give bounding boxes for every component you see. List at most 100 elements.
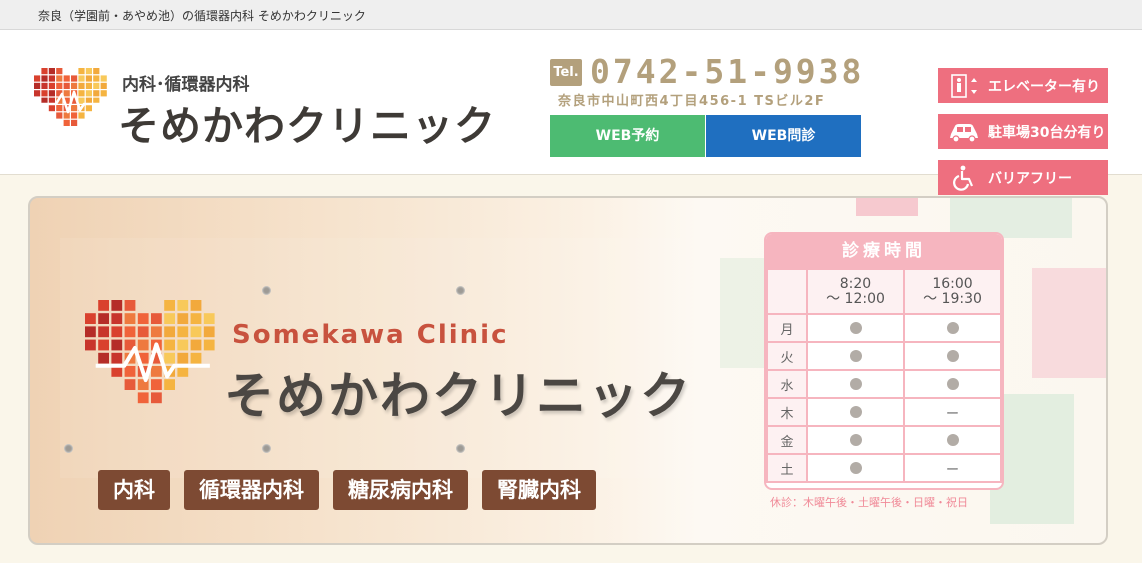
heart-pixel [164,300,175,311]
heart-pixel [93,90,100,97]
heart-pixel [137,339,149,351]
car-icon [946,119,982,145]
clinic-logo[interactable]: 内科･循環器内科 そめかわクリニック [34,64,495,150]
heart-pixel [190,339,202,351]
schedule-header-row: 8:20 〜 12:00 16:00 〜 19:30 [766,268,1002,315]
heart-logo-icon [34,68,107,126]
pm-cell [903,341,1002,371]
heart-pixel [85,68,92,75]
heart-pixel [48,105,55,112]
heart-pixel [71,112,78,119]
heart-pixel [164,352,175,364]
heart-pixel [85,105,92,112]
heart-pixel [93,75,100,82]
heart-pixel [203,339,215,351]
heart-pixel [111,339,123,351]
heart-pixel [56,82,63,89]
open-mark [849,322,862,334]
heart-pixel [203,313,215,324]
heart-pixel [63,90,70,97]
heart-pixel [164,339,175,351]
heart-pixel [164,379,175,390]
tag-cardiology: 循環器内科 [184,470,319,510]
web-consult-button[interactable]: WEB問診 [706,115,861,157]
heart-pixel [124,313,136,324]
tel-badge: Tel. [550,59,582,86]
feature-parking: 駐車場30台分有り [938,114,1108,149]
heart-pixel [34,75,41,82]
heart-pixel [190,352,202,364]
heart-pixel [78,112,85,119]
day-cell: 火 [766,341,808,371]
heart-pixel [56,68,63,75]
heart-pixel [85,339,96,351]
open-mark [849,462,862,474]
feature-label: エレベーター有り [988,78,1100,95]
heart-pixel [151,366,162,377]
heart-pixel [137,313,149,324]
heart-pixel [78,68,85,75]
day-cell: 金 [766,425,808,455]
deco-square [720,258,764,368]
heart-pixel [164,326,175,338]
schedule-corner-cell [766,268,808,315]
heart-pixel [164,313,175,324]
heart-pixel [78,75,85,82]
heart-pixel [98,300,109,311]
heart-pixel [177,300,189,311]
day-cell: 木 [766,397,808,427]
heart-pixel [190,313,202,324]
heart-pixel [63,112,70,119]
feature-barrier-free: バリアフリー [938,160,1108,195]
heart-sign-icon [85,300,215,404]
schedule-row: 月 [766,313,1002,343]
tag-nephrology: 腎臓内科 [482,470,596,510]
slot-afternoon: 16:00 〜 19:30 [903,268,1002,315]
top-bar: 奈良（学園前・あやめ池）の循環器内科 そめかわクリニック [0,0,1142,30]
heart-pixel [111,300,123,311]
closed-days-note: 休診：木曜午後・土曜午後・日曜・祝日 [770,496,968,509]
heart-pixel [124,366,136,377]
heart-pixel [177,352,189,364]
elevator-icon [946,73,982,99]
heart-pixel [48,90,55,97]
wheelchair-icon [946,165,982,191]
open-mark [849,434,862,446]
heart-pixel [34,82,41,89]
pm-cell [903,369,1002,399]
heart-pixel [177,313,189,324]
site-tagline: 奈良（学園前・あやめ池）の循環器内科 そめかわクリニック [38,9,366,23]
schedule-row: 水 [766,369,1002,399]
heart-pixel [41,82,48,89]
am-cell [806,397,905,427]
open-mark [946,322,959,334]
web-reserve-button[interactable]: WEB予約 [550,115,705,157]
day-cell: 土 [766,453,808,483]
schedule-row: 金 [766,425,1002,455]
heart-pixel [93,82,100,89]
heart-pixel [98,352,109,364]
consultation-hours-table: 診療時間 8:20 〜 12:00 16:00 〜 19:30 月 火 水 木ー 金… [764,232,1004,490]
heart-pixel [41,68,48,75]
heart-pixel [100,90,107,97]
heart-pixel [71,119,78,126]
heart-pixel [151,313,162,324]
heart-pixel [93,68,100,75]
heart-pixel [190,300,202,311]
heart-pixel [56,105,63,112]
day-cell: 月 [766,313,808,343]
hero-english-name: Somekawa Clinic [232,320,509,350]
schedule-title: 診療時間 [766,234,1002,268]
heart-pixel [111,313,123,324]
heart-pixel [98,326,109,338]
heart-pixel [177,339,189,351]
heart-pixel [71,82,78,89]
heart-pixel [63,119,70,126]
heart-pixel [71,105,78,112]
am-cell [806,453,905,483]
heart-pixel [85,313,96,324]
open-mark [849,406,862,418]
heart-pixel [111,352,123,364]
heart-pixel [85,90,92,97]
phone-number[interactable]: 0742-51-9938 [590,52,864,91]
